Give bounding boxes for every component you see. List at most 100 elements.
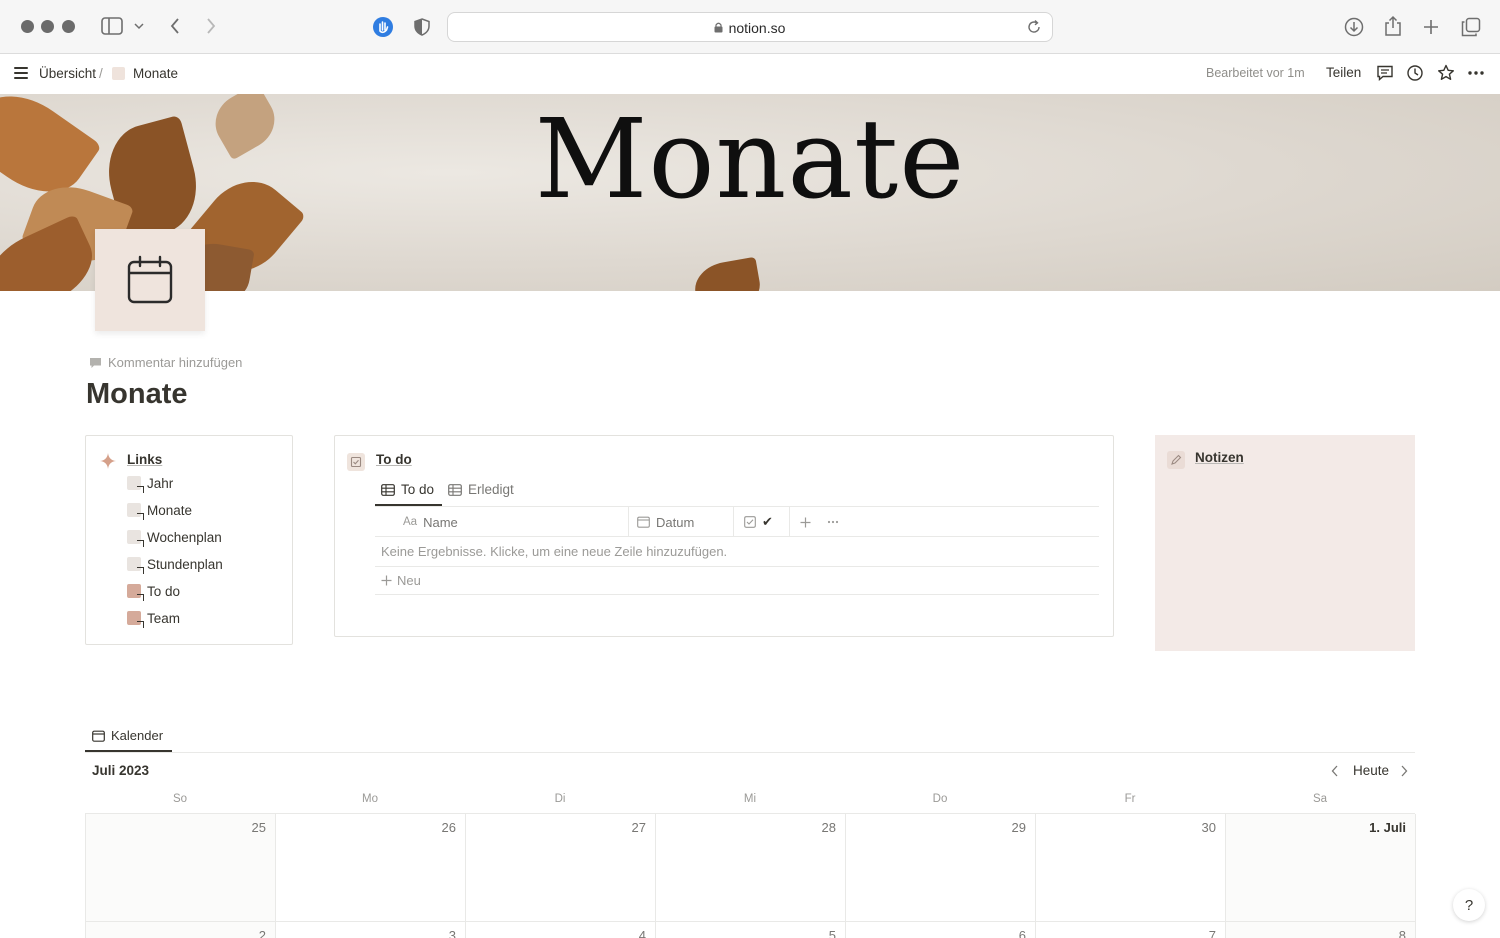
- cover-image[interactable]: Monate: [0, 94, 1500, 291]
- add-property-icon[interactable]: [790, 507, 820, 537]
- links-heading[interactable]: Links: [127, 452, 162, 467]
- sparkle-icon: [100, 453, 116, 469]
- shield-icon[interactable]: [413, 17, 431, 37]
- calendar-day[interactable]: 5: [656, 922, 846, 938]
- today-button[interactable]: Heute: [1353, 763, 1389, 778]
- text-type-icon: Aa: [403, 516, 418, 528]
- calendar-day[interactable]: 3: [276, 922, 466, 938]
- weekday-label: Mo: [362, 793, 378, 805]
- forward-icon[interactable]: [202, 16, 220, 36]
- menu-icon[interactable]: [14, 67, 28, 79]
- breadcrumb-overview[interactable]: Übersicht: [39, 66, 96, 81]
- leaf-decoration: [691, 256, 764, 291]
- calendar-day[interactable]: 29: [846, 814, 1036, 922]
- sidebar-toggle-icon[interactable]: [101, 16, 123, 36]
- calendar-icon: [127, 255, 173, 304]
- link-jahr[interactable]: Jahr: [127, 474, 173, 492]
- history-icon[interactable]: [1406, 64, 1424, 82]
- calendar-day[interactable]: 7: [1036, 922, 1226, 938]
- star-icon[interactable]: [1437, 64, 1455, 82]
- chevron-down-icon[interactable]: [133, 20, 145, 32]
- weekday-label: Mi: [743, 793, 757, 805]
- todo-callout: To do To do Erledigt Aa Name Datum ✔ Kei…: [334, 435, 1114, 637]
- calendar-day[interactable]: 4: [466, 922, 656, 938]
- links-callout: Links Jahr Monate Wochenplan Stundenplan…: [85, 435, 293, 645]
- zoom-window-button[interactable]: [62, 20, 75, 33]
- new-tab-icon[interactable]: [1421, 17, 1441, 37]
- close-window-button[interactable]: [21, 20, 34, 33]
- share-icon[interactable]: [1383, 15, 1403, 37]
- more-options-icon[interactable]: [1467, 64, 1485, 82]
- pencil-icon: [1167, 451, 1185, 469]
- link-wochenplan[interactable]: Wochenplan: [127, 528, 222, 546]
- column-name[interactable]: Aa Name: [375, 507, 629, 537]
- checkbox-page-icon: [347, 453, 365, 471]
- weekday-label: Di: [554, 793, 566, 805]
- reload-icon[interactable]: [1026, 19, 1042, 35]
- weekday-label: Sa: [1312, 793, 1328, 805]
- new-row-label: Neu: [397, 573, 421, 588]
- notes-callout[interactable]: Notizen: [1155, 435, 1415, 651]
- table-icon: [381, 483, 395, 496]
- tab-kalender[interactable]: Kalender: [92, 728, 163, 743]
- day-number: 8: [1398, 928, 1406, 938]
- calendar-day[interactable]: 30: [1036, 814, 1226, 922]
- calendar-day[interactable]: 1. Juli: [1226, 814, 1416, 922]
- link-to-do[interactable]: To do: [127, 582, 180, 600]
- url-text: notion.so: [728, 20, 786, 36]
- notes-heading[interactable]: Notizen: [1195, 450, 1244, 465]
- page-icon[interactable]: [95, 229, 205, 331]
- link-stundenplan[interactable]: Stundenplan: [127, 555, 223, 573]
- calendar-day[interactable]: 8: [1226, 922, 1416, 938]
- new-row-button[interactable]: Neu: [381, 573, 421, 588]
- calendar-day[interactable]: 28: [656, 814, 846, 922]
- next-month-icon[interactable]: [1400, 763, 1408, 780]
- day-number: 3: [448, 928, 456, 938]
- link-label: Monate: [147, 502, 193, 518]
- column-checkbox[interactable]: ✔: [734, 507, 790, 537]
- column-datum[interactable]: Datum: [629, 507, 734, 537]
- previous-month-icon[interactable]: [1331, 763, 1339, 780]
- link-label: Team: [147, 610, 181, 626]
- hand-extension-icon[interactable]: [372, 16, 394, 38]
- calendar-day[interactable]: 2: [86, 922, 276, 938]
- link-monate[interactable]: Monate: [127, 501, 192, 519]
- back-icon[interactable]: [166, 16, 184, 36]
- download-icon[interactable]: [1343, 16, 1365, 38]
- calendar-day[interactable]: 25: [86, 814, 276, 922]
- add-comment-button[interactable]: Kommentar hinzufügen: [89, 355, 242, 370]
- calendar-day[interactable]: 27: [466, 814, 656, 922]
- add-comment-label: Kommentar hinzufügen: [108, 355, 243, 370]
- divider: [375, 566, 1099, 567]
- calendar-icon: [637, 516, 650, 528]
- page-title[interactable]: Monate: [86, 378, 188, 411]
- help-button[interactable]: ?: [1453, 889, 1485, 921]
- share-button[interactable]: Teilen: [1326, 65, 1361, 80]
- calendar-month-label: Juli 2023: [92, 763, 150, 778]
- breadcrumb-current-page[interactable]: Monate: [133, 66, 178, 81]
- tab-to-do[interactable]: To do: [381, 482, 434, 497]
- calendar-icon: [92, 730, 105, 742]
- tab-erledigt[interactable]: Erledigt: [448, 482, 514, 497]
- page-link-icon: [127, 584, 141, 598]
- link-team[interactable]: Team: [127, 609, 180, 627]
- todo-heading[interactable]: To do: [376, 452, 412, 467]
- calendar-day[interactable]: 6: [846, 922, 1036, 938]
- calendar-day[interactable]: 26: [276, 814, 466, 922]
- day-number: 26: [441, 820, 456, 835]
- comments-icon[interactable]: [1376, 64, 1394, 82]
- tab-overview-icon[interactable]: [1460, 16, 1482, 38]
- day-number: 25: [251, 820, 266, 835]
- minimize-window-button[interactable]: [41, 20, 54, 33]
- divider: [375, 594, 1099, 595]
- weekday-label: Do: [932, 793, 948, 805]
- breadcrumb-separator: /: [99, 66, 103, 81]
- link-label: Jahr: [147, 475, 174, 491]
- notion-topbar: Übersicht / Monate Bearbeitet vor 1m Tei…: [0, 55, 1500, 93]
- more-options-icon[interactable]: [820, 507, 846, 537]
- address-bar[interactable]: notion.so: [447, 12, 1053, 42]
- tab-label: Erledigt: [468, 482, 514, 497]
- column-datum-label: Datum: [656, 514, 695, 530]
- empty-state-text[interactable]: Keine Ergebnisse. Klicke, um eine neue Z…: [381, 544, 727, 559]
- day-number: 6: [1018, 928, 1026, 938]
